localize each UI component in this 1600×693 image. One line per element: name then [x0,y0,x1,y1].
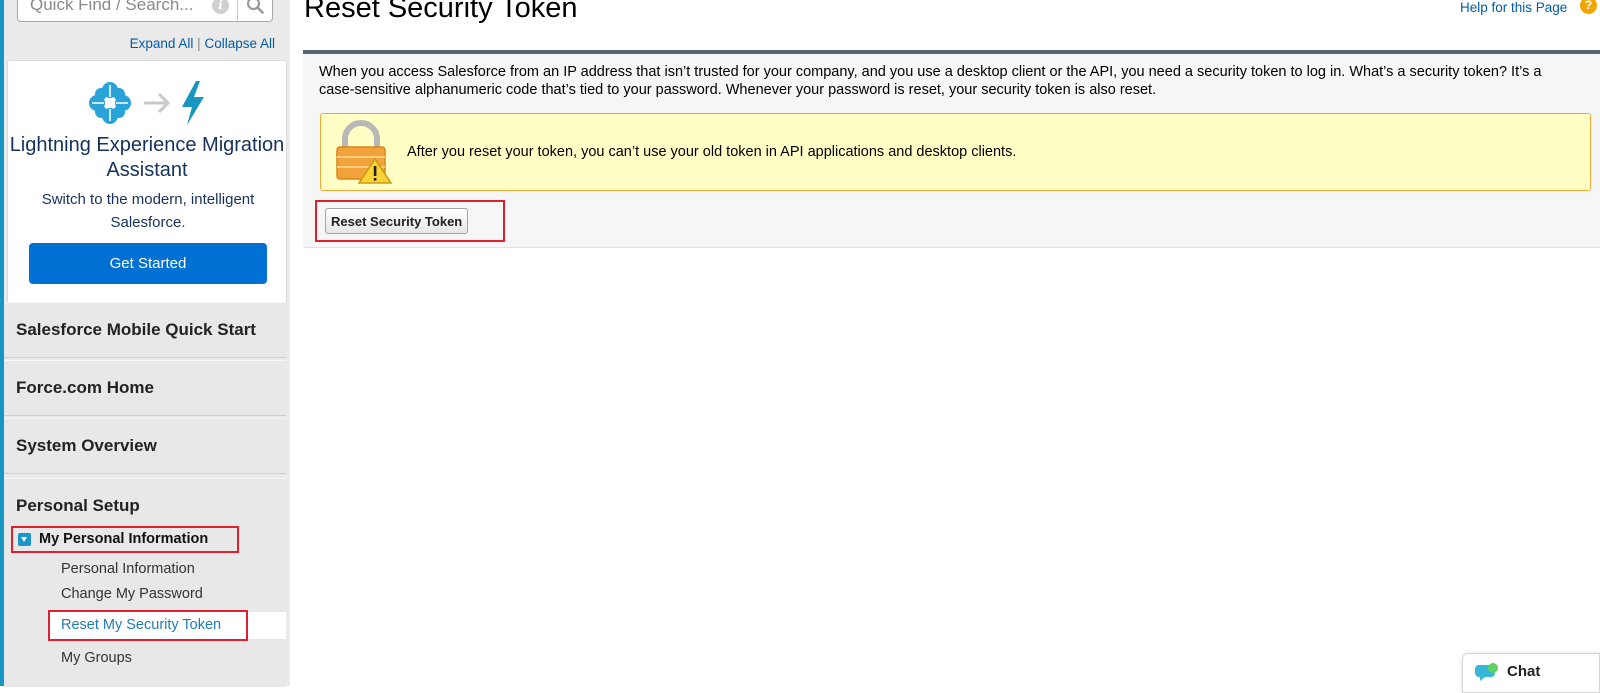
link-separator: | [197,36,201,51]
help-icon[interactable]: ? [1580,0,1597,14]
lock-warning-icon [336,120,393,184]
reset-button-highlight: Reset Security Token [315,200,505,242]
warning-message: After you reset your token, you can’t us… [320,113,1591,191]
warning-text: After you reset your token, you can’t us… [407,144,1017,160]
quick-find-search: i [17,0,273,22]
quick-find-input[interactable] [18,0,218,21]
personal-setup-title[interactable]: Personal Setup [16,496,140,516]
sidebar-item-my-groups[interactable]: My Groups [61,650,132,666]
get-started-button[interactable]: Get Started [29,243,267,284]
expand-collapse-row: Expand All | Collapse All [130,36,275,51]
collapse-toggle-icon[interactable] [18,533,31,546]
reset-security-token-button[interactable]: Reset Security Token [325,208,469,234]
nav-section-force-home[interactable]: Force.com Home [4,360,286,416]
sidebar-item-change-password[interactable]: Change My Password [61,586,203,602]
nav-section-label: Salesforce Mobile Quick Start [16,320,256,339]
lightning-bolt-icon [182,81,205,125]
promo-subtitle: Switch to the modern, intelligent Salesf… [41,191,255,231]
lightning-migration-promo: Lightning Experience Migration Assistant… [7,60,287,303]
page-title: Reset Security Token [304,0,578,24]
promo-icons [8,79,286,127]
expand-all-link[interactable]: Expand All [130,36,194,51]
nav-section-mobile-quick-start[interactable]: Salesforce Mobile Quick Start [4,302,286,358]
sidebar-item-personal-information[interactable]: Personal Information [61,561,195,577]
arrow-right-icon [144,92,171,114]
chat-bubble-icon [1475,663,1498,681]
search-icon [246,0,264,14]
sidebar-item-label: Reset My Security Token [61,617,222,633]
promo-title: Lightning Experience Migration Assistant [9,134,285,181]
chat-label: Chat [1507,663,1541,680]
classic-flower-icon [88,82,131,124]
my-personal-information-label: My Personal Information [39,531,209,547]
info-icon[interactable]: i [212,0,229,14]
nav-section-system-overview[interactable]: System Overview [4,418,286,474]
active-item-highlight [248,612,286,639]
collapse-all-link[interactable]: Collapse All [204,36,275,51]
reset-token-panel: When you access Salesforce from an IP ad… [303,50,1600,248]
help-for-this-page-link[interactable]: Help for this Page [1460,0,1567,15]
chat-widget[interactable]: Chat [1462,653,1600,693]
search-button[interactable] [238,0,272,21]
personal-setup-section: Personal Setup My Personal Information P… [4,478,286,687]
security-token-description: When you access Salesforce from an IP ad… [319,64,1542,98]
my-personal-information-group[interactable]: My Personal Information [11,526,239,553]
sidebar-item-reset-security-token[interactable]: Reset My Security Token [48,610,248,641]
nav-section-label: System Overview [16,436,157,455]
nav-section-label: Force.com Home [16,378,154,397]
sidebar: i Expand All | Collapse All [4,0,290,687]
